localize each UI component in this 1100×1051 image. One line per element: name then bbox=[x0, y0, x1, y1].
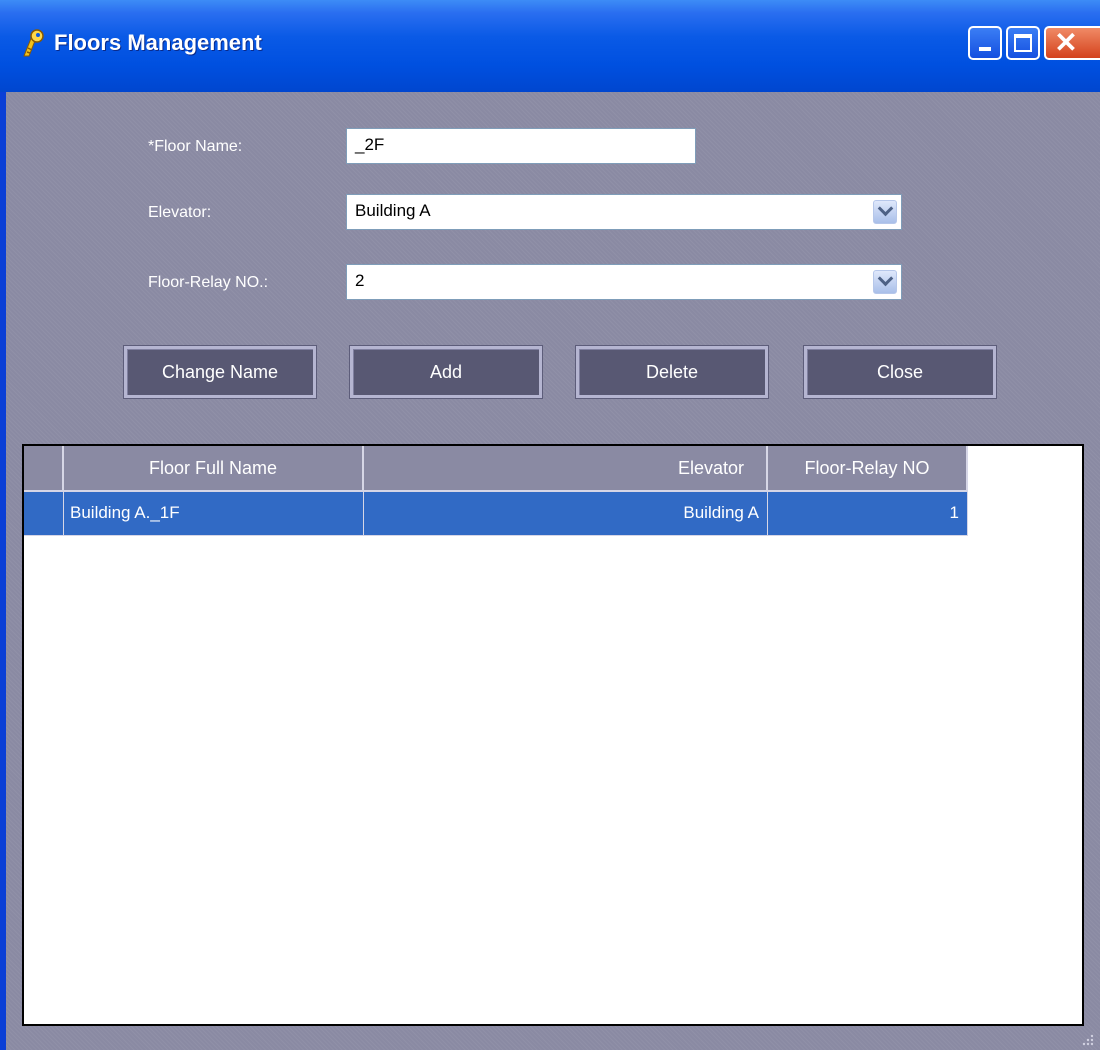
column-header-floor-full-name[interactable]: Floor Full Name bbox=[64, 446, 364, 492]
floor-relay-label: Floor-Relay NO.: bbox=[148, 274, 269, 291]
column-header-elevator[interactable]: Elevator bbox=[364, 446, 768, 492]
floor-relay-select[interactable]: 2 bbox=[346, 264, 902, 300]
floors-management-window: Floors Management ✕ *Floor Name: _2F Ele… bbox=[0, 0, 1100, 1050]
elevator-select[interactable]: Building A bbox=[346, 194, 902, 230]
row-selector[interactable] bbox=[24, 492, 64, 536]
title-bar[interactable]: Floors Management ✕ bbox=[0, 0, 1100, 92]
change-name-button[interactable]: Change Name bbox=[124, 346, 316, 398]
add-button[interactable]: Add bbox=[350, 346, 542, 398]
window-title: Floors Management bbox=[54, 30, 262, 55]
cell-floor-relay-no[interactable]: 1 bbox=[768, 492, 968, 536]
chevron-down-icon bbox=[877, 270, 894, 287]
dialog-client-area: *Floor Name: _2F Elevator: Building A Fl… bbox=[6, 92, 1100, 1050]
floor-relay-selected-value: 2 bbox=[355, 271, 365, 290]
maximize-icon bbox=[1014, 34, 1032, 52]
app-key-icon bbox=[18, 28, 48, 58]
cell-floor-full-name[interactable]: Building A._1F bbox=[64, 492, 364, 536]
chevron-down-icon bbox=[877, 200, 894, 217]
elevator-dropdown-button[interactable] bbox=[873, 200, 897, 224]
elevator-selected-value: Building A bbox=[355, 201, 431, 220]
cell-elevator[interactable]: Building A bbox=[364, 492, 768, 536]
floor-name-input[interactable]: _2F bbox=[346, 128, 696, 164]
delete-button[interactable]: Delete bbox=[576, 346, 768, 398]
floor-relay-dropdown-button[interactable] bbox=[873, 270, 897, 294]
maximize-button[interactable] bbox=[1006, 26, 1040, 60]
minimize-button[interactable] bbox=[968, 26, 1002, 60]
floors-data-grid[interactable]: Floor Full Name Elevator Floor-Relay NO … bbox=[22, 444, 1084, 1026]
resize-grip-icon[interactable] bbox=[1080, 1032, 1094, 1046]
floor-name-value: _2F bbox=[355, 135, 385, 154]
elevator-label: Elevator: bbox=[148, 204, 212, 221]
column-header-floor-relay-no[interactable]: Floor-Relay NO bbox=[768, 446, 968, 492]
minimize-icon bbox=[979, 47, 991, 51]
row-header-corner bbox=[24, 446, 64, 492]
close-window-button[interactable]: ✕ bbox=[1044, 26, 1100, 60]
close-button[interactable]: Close bbox=[804, 346, 996, 398]
close-icon: ✕ bbox=[1054, 27, 1078, 58]
floor-name-label: *Floor Name: bbox=[148, 138, 243, 155]
